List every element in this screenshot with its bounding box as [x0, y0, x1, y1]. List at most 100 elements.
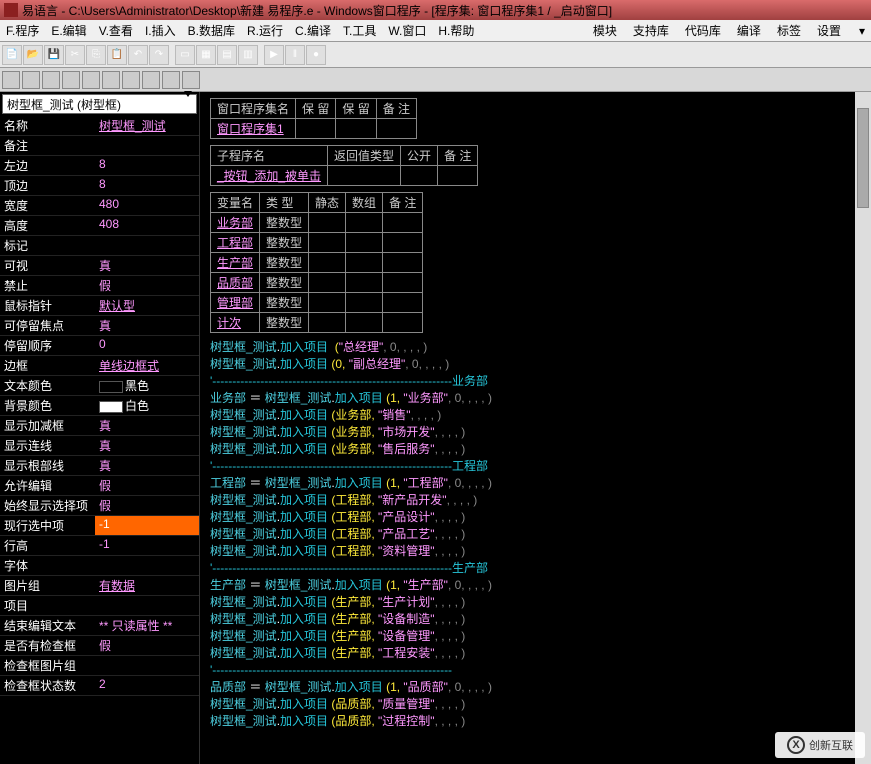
prop-row[interactable]: 结束编辑文本** 只读属性 **	[0, 616, 199, 636]
prop-value[interactable]: 8	[95, 156, 199, 175]
prop-row[interactable]: 宽度480	[0, 196, 199, 216]
menu-E.编辑[interactable]: E.编辑	[45, 20, 92, 41]
menu-r-标签[interactable]: 标签	[769, 20, 809, 41]
property-grid[interactable]: 名称树型框_测试备注左边8顶边8宽度480高度408标记可视真禁止假鼠标指针默认…	[0, 116, 199, 764]
t9-button[interactable]	[162, 71, 180, 89]
t3-button[interactable]	[42, 71, 60, 89]
prop-value[interactable]: 树型框_测试	[95, 116, 199, 135]
prop-value[interactable]: 默认型	[95, 296, 199, 315]
menu-C.编译[interactable]: C.编译	[289, 20, 337, 41]
menu-r-模块[interactable]: 模块	[585, 20, 625, 41]
prop-row[interactable]: 字体	[0, 556, 199, 576]
prop-value[interactable]: 假	[95, 636, 199, 655]
prop-row[interactable]: 检查框图片组	[0, 656, 199, 676]
prop-row[interactable]: 鼠标指针默认型	[0, 296, 199, 316]
prop-row[interactable]: 检查框状态数2	[0, 676, 199, 696]
prop-value[interactable]: 真	[95, 316, 199, 335]
prop-row[interactable]: 可停留焦点真	[0, 316, 199, 336]
prop-row[interactable]: 图片组有数据	[0, 576, 199, 596]
menu-R.运行[interactable]: R.运行	[241, 20, 289, 41]
menu-B.数据库[interactable]: B.数据库	[182, 20, 241, 41]
prop-value[interactable]: 0	[95, 336, 199, 355]
prop-value[interactable]: 假	[95, 276, 199, 295]
prop-row[interactable]: 显示加减框真	[0, 416, 199, 436]
prop-row[interactable]: 允许编辑假	[0, 476, 199, 496]
prop-row[interactable]: 左边8	[0, 156, 199, 176]
settings-gear-icon[interactable]: ▾	[853, 22, 871, 40]
t7-button[interactable]	[122, 71, 140, 89]
prop-row[interactable]: 停留顺序0	[0, 336, 199, 356]
form1-button[interactable]: ▭	[175, 45, 195, 65]
prop-value[interactable]	[95, 596, 199, 615]
prop-row[interactable]: 禁止假	[0, 276, 199, 296]
stop-rec-button[interactable]: ●	[306, 45, 326, 65]
prop-value[interactable]: 真	[95, 456, 199, 475]
t8-button[interactable]	[142, 71, 160, 89]
run-button[interactable]: ▶	[264, 45, 284, 65]
prop-value[interactable]: 有数据	[95, 576, 199, 595]
menu-r-设置[interactable]: 设置	[809, 20, 849, 41]
open-button[interactable]: 📂	[23, 45, 43, 65]
prop-value[interactable]	[95, 236, 199, 255]
menu-r-支持库[interactable]: 支持库	[625, 20, 677, 41]
code-editor[interactable]: 窗口程序集名保 留保 留备 注窗口程序集1 子程序名返回值类型公开备 注_按钮_…	[200, 92, 871, 764]
prop-value[interactable]: 408	[95, 216, 199, 235]
t6-button[interactable]	[102, 71, 120, 89]
prop-row[interactable]: 标记	[0, 236, 199, 256]
prop-value[interactable]	[95, 656, 199, 675]
prop-value[interactable]: 真	[95, 416, 199, 435]
prop-row[interactable]: 边框单线边框式	[0, 356, 199, 376]
copy-button[interactable]: ⎘	[86, 45, 106, 65]
t10-button[interactable]	[182, 71, 200, 89]
prop-row[interactable]: 行高-1	[0, 536, 199, 556]
menu-V.查看[interactable]: V.查看	[93, 20, 139, 41]
prop-row[interactable]: 顶边8	[0, 176, 199, 196]
form3-button[interactable]: ▤	[217, 45, 237, 65]
prop-row[interactable]: 备注	[0, 136, 199, 156]
prop-row[interactable]: 始终显示选择项假	[0, 496, 199, 516]
prop-row[interactable]: 显示连线真	[0, 436, 199, 456]
prop-row[interactable]: 显示根部线真	[0, 456, 199, 476]
prop-value[interactable]: -1	[95, 516, 199, 535]
prop-row[interactable]: 是否有检查框假	[0, 636, 199, 656]
menu-r-编译[interactable]: 编译	[729, 20, 769, 41]
prop-row[interactable]: 可视真	[0, 256, 199, 276]
redo-button[interactable]: ↷	[149, 45, 169, 65]
prop-value[interactable]: 真	[95, 436, 199, 455]
prop-value[interactable]: 假	[95, 496, 199, 515]
prop-row[interactable]: 项目	[0, 596, 199, 616]
prop-value[interactable]: 8	[95, 176, 199, 195]
prop-row[interactable]: 文本颜色黑色	[0, 376, 199, 396]
menu-W.窗口[interactable]: W.窗口	[382, 20, 432, 41]
menu-F.程序[interactable]: F.程序	[0, 20, 45, 41]
form4-button[interactable]: ▥	[238, 45, 258, 65]
form2-button[interactable]: ▦	[196, 45, 216, 65]
prop-row[interactable]: 高度408	[0, 216, 199, 236]
t4-button[interactable]	[62, 71, 80, 89]
t1-button[interactable]	[2, 71, 20, 89]
prop-value[interactable]: 2	[95, 676, 199, 695]
t5-button[interactable]	[82, 71, 100, 89]
menu-I.插入[interactable]: I.插入	[139, 20, 182, 41]
object-selector-dropdown[interactable]: 树型框_测试 (树型框)	[2, 94, 197, 114]
prop-value[interactable]: 黑色	[95, 376, 199, 395]
undo-button[interactable]: ↶	[128, 45, 148, 65]
vertical-scrollbar[interactable]	[855, 92, 871, 764]
t2-button[interactable]	[22, 71, 40, 89]
prop-row[interactable]: 现行选中项-1	[0, 516, 199, 536]
prop-value[interactable]: 真	[95, 256, 199, 275]
cut-button[interactable]: ✂	[65, 45, 85, 65]
menu-T.工具[interactable]: T.工具	[337, 20, 382, 41]
prop-value[interactable]: 假	[95, 476, 199, 495]
prop-value[interactable]: 白色	[95, 396, 199, 415]
prop-value[interactable]: -1	[95, 536, 199, 555]
prop-value[interactable]: 480	[95, 196, 199, 215]
new-button[interactable]: 📄	[2, 45, 22, 65]
prop-value[interactable]	[95, 136, 199, 155]
pause-button[interactable]: ‖	[285, 45, 305, 65]
menu-H.帮助[interactable]: H.帮助	[432, 20, 480, 41]
prop-value[interactable]	[95, 556, 199, 575]
save-button[interactable]: 💾	[44, 45, 64, 65]
prop-value[interactable]: 单线边框式	[95, 356, 199, 375]
prop-value[interactable]: ** 只读属性 **	[95, 616, 199, 635]
